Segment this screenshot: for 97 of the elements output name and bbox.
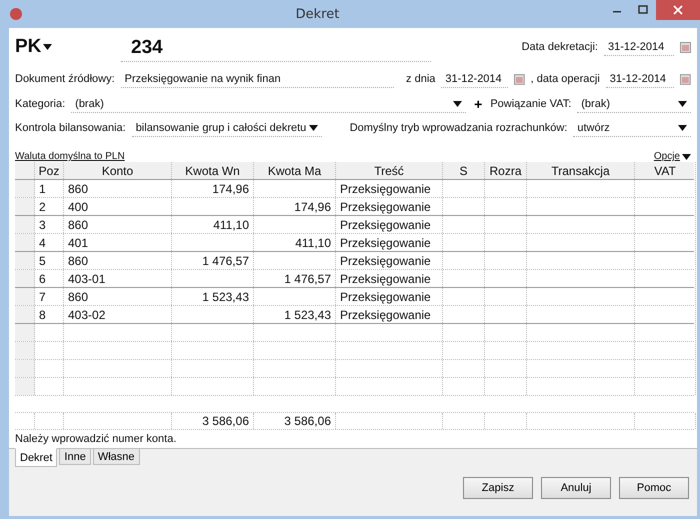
table-cell: 1 [35, 180, 64, 197]
dropdown-caret-icon[interactable] [682, 154, 691, 160]
dialog-button[interactable]: Zapisz [463, 477, 533, 499]
table-cell: 174,96 [172, 180, 254, 197]
maximize-icon[interactable] [638, 5, 648, 15]
row-header[interactable] [15, 288, 35, 305]
close-icon [673, 5, 683, 15]
table-cell: 411,10 [172, 216, 254, 233]
table-cell: 860 [64, 252, 172, 269]
table-cell: 401 [64, 234, 172, 251]
table-cell: 5 [35, 252, 64, 269]
field-label: Data dekretacji: [522, 41, 598, 53]
column-header[interactable]: S [443, 162, 485, 179]
table-cell: 403-01 [64, 270, 172, 287]
table-cell: 400 [64, 198, 172, 215]
tab[interactable]: Inne [59, 448, 91, 465]
document-type[interactable]: PK [15, 36, 42, 58]
table-cell: Przeksięgowanie [336, 180, 443, 197]
table-cell: 7 [35, 288, 64, 305]
table-cell: Przeksięgowanie [336, 288, 443, 305]
table-cell: 1 523,43 [254, 306, 336, 323]
calendar-icon[interactable] [680, 74, 691, 84]
add-button[interactable]: + [472, 96, 484, 112]
column-header[interactable]: Kwota Ma [254, 162, 336, 179]
row-header[interactable] [15, 342, 35, 359]
column-header[interactable]: Poz [35, 162, 64, 179]
table-cell: 8 [35, 306, 64, 323]
validation-message: Należy wprowadzić numer konta. [14, 432, 178, 447]
dialog-button[interactable]: Pomoc [619, 477, 689, 499]
options-link[interactable]: Opcje [654, 151, 680, 162]
table-cell: 6 [35, 270, 64, 287]
table-cell: 2 [35, 198, 64, 215]
field-label: Dokument źródłowy: [15, 73, 115, 85]
dropdown-field[interactable]: bilansowanie grup i całości dekretu [132, 119, 322, 137]
row-header[interactable] [15, 360, 35, 377]
column-header[interactable]: Konto [64, 162, 172, 179]
tab[interactable]: Dekret [15, 448, 58, 467]
dropdown-field[interactable]: (brak) [71, 95, 466, 113]
dropdown-caret-icon[interactable] [678, 100, 687, 106]
table-cell: Przeksięgowanie [336, 198, 443, 215]
table-cell: 860 [64, 180, 172, 197]
row-header[interactable] [15, 324, 35, 341]
row-header[interactable] [15, 180, 35, 197]
calendar-icon[interactable] [680, 42, 691, 52]
tab[interactable]: Własne [92, 448, 140, 465]
column-header[interactable]: Transakcja [527, 162, 635, 179]
column-header[interactable]: Kwota Wn [172, 162, 254, 179]
field-label: Domyślny tryb wprowadzania rozrachunków: [350, 122, 568, 134]
total-cell: 3 586,06 [254, 413, 336, 429]
currency-link[interactable]: Waluta domyślna to PLN [15, 151, 125, 162]
table-cell: Przeksięgowanie [336, 270, 443, 287]
column-header[interactable]: Treść [336, 162, 443, 179]
row-header[interactable] [15, 306, 35, 323]
app-logo-icon [9, 7, 23, 21]
table-cell: 1 476,57 [172, 252, 254, 269]
table-cell: Przeksięgowanie [336, 234, 443, 251]
table-cell: 3 [35, 216, 64, 233]
row-header[interactable] [15, 378, 35, 395]
dropdown-caret-icon[interactable] [308, 124, 318, 130]
table-cell: Przeksięgowanie [336, 306, 443, 323]
dialog-button[interactable]: Anuluj [541, 477, 611, 499]
table-cell: 1 523,43 [172, 288, 254, 305]
row-header[interactable] [15, 198, 35, 215]
column-header[interactable]: VAT [635, 162, 696, 179]
table-cell: 174,96 [254, 198, 336, 215]
table-cell: Przeksięgowanie [336, 216, 443, 233]
field-label: Kategoria: [15, 98, 66, 110]
table-cell: 411,10 [254, 234, 336, 251]
field-label: Kontrola bilansowania: [15, 122, 126, 134]
dropdown-caret-icon[interactable] [43, 44, 52, 50]
date-field[interactable]: 31-12-2014 [606, 70, 674, 88]
field-label: Powiązanie VAT: [490, 98, 572, 110]
date-field[interactable]: 31-12-2014 [604, 38, 674, 56]
table-cell: 403-02 [64, 306, 172, 323]
row-header[interactable] [15, 252, 35, 269]
dropdown-caret-icon[interactable] [453, 100, 462, 106]
field-label: , data operacji [530, 73, 600, 85]
field-label: z dnia [406, 73, 436, 85]
row-header[interactable] [15, 234, 35, 251]
close-button[interactable] [656, 0, 700, 20]
document-number[interactable]: 234 [121, 32, 431, 62]
dropdown-caret-icon[interactable] [678, 124, 687, 130]
date-field[interactable]: 31-12-2014 [441, 70, 508, 88]
table-cell: 4 [35, 234, 64, 251]
text-field[interactable]: Przeksięgowanie na wynik finan [120, 70, 394, 88]
dropdown-field[interactable]: (brak) [577, 95, 691, 113]
row-header[interactable] [15, 216, 35, 233]
dropdown-field[interactable]: utwórz [573, 119, 691, 137]
total-cell: 3 586,06 [172, 413, 254, 429]
row-header[interactable] [15, 270, 35, 287]
table-cell: 1 476,57 [254, 270, 336, 287]
calendar-icon[interactable] [514, 74, 525, 84]
table-cell: 860 [64, 216, 172, 233]
table-cell: 860 [64, 288, 172, 305]
column-header[interactable]: Rozra [485, 162, 527, 179]
table-cell: Przeksięgowanie [336, 252, 443, 269]
window-title: Dekret [294, 6, 340, 22]
